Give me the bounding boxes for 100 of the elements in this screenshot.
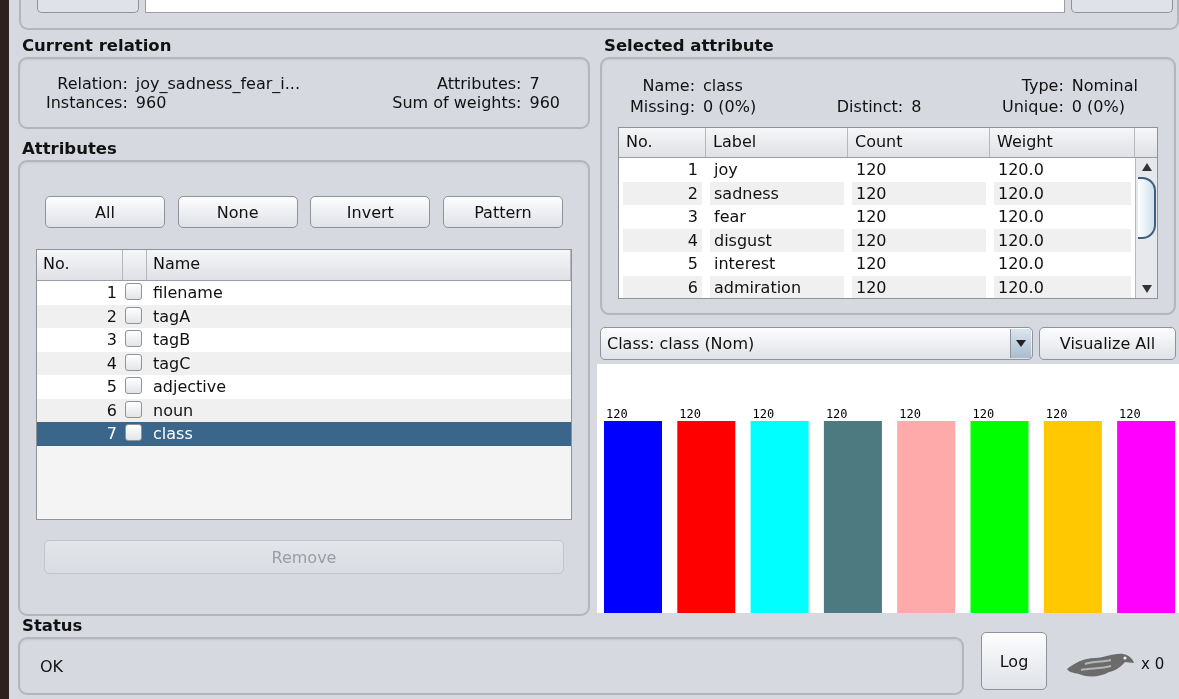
table-cell-text: 1 — [686, 159, 699, 181]
table-cell-text: noun — [152, 399, 195, 422]
field-value: Nominal — [1071, 75, 1138, 96]
value-label: 120 — [825, 407, 848, 421]
table-cell-text: 1 — [105, 282, 118, 304]
table-cell-text: joy — [712, 159, 739, 181]
scroll-thumb[interactable] — [1137, 177, 1156, 239]
task-count: x 0 — [1141, 655, 1165, 673]
table-cell: 120 — [852, 181, 986, 205]
field-value: 960 — [135, 93, 168, 112]
visualize-all-button[interactable]: Visualize All — [1039, 327, 1176, 360]
table-cell-text: tagA — [152, 305, 192, 328]
table-cell-text: 120.0 — [997, 206, 1045, 228]
status-message: OK — [40, 656, 64, 676]
field-label: Missing: — [630, 96, 696, 117]
table-cell: disgust — [710, 228, 844, 252]
table-cell-text: tagC — [152, 352, 192, 375]
checkbox[interactable] — [125, 400, 142, 418]
scroll-down-icon[interactable] — [1140, 284, 1153, 294]
caret-icon — [1016, 340, 1026, 347]
field-value: class — [703, 75, 744, 96]
field-label: Type: — [1020, 75, 1064, 96]
text-field[interactable] — [145, 0, 1065, 13]
table-cell-text: interest — [713, 253, 777, 275]
table-cell-text: 7 — [105, 423, 118, 445]
select-button[interactable]: All — [45, 196, 165, 228]
table-cell: admiration — [710, 275, 844, 298]
column-header[interactable]: Name — [147, 250, 571, 280]
table-cell-text: filename — [152, 282, 224, 304]
select-button[interactable]: Pattern — [442, 196, 563, 228]
table-cell-text: 120 — [855, 159, 888, 181]
section-title: Status — [21, 616, 84, 637]
table-cell-text: 120.0 — [997, 253, 1045, 275]
table-cell-text: 120 — [855, 253, 888, 275]
table-cell: 2 — [623, 181, 702, 205]
table-row[interactable]: 2 tagA — [37, 304, 571, 328]
table-cell: sadness — [710, 181, 844, 205]
table-cell-text: tagB — [152, 329, 192, 351]
checkbox[interactable] — [125, 330, 142, 347]
field-value: 0 (0%) — [1071, 96, 1126, 117]
field-value: joy_sadness_fear_i... — [135, 74, 301, 93]
field-label: Name: — [641, 75, 696, 96]
table-cell-text: 3 — [105, 329, 118, 351]
value-label: 120 — [1045, 407, 1068, 421]
field-label: Sum of weights: — [392, 93, 522, 112]
checkbox[interactable] — [125, 353, 142, 371]
table-row[interactable]: 7 class — [37, 422, 571, 446]
table-cell-text: 4 — [105, 352, 118, 375]
button-edge[interactable] — [37, 0, 139, 13]
button-edge[interactable] — [1071, 0, 1173, 13]
table-cell: 120 — [852, 275, 986, 298]
table-cell-text: 5 — [686, 253, 699, 275]
scrollbar[interactable] — [1135, 158, 1157, 298]
field-value: 7 — [529, 74, 541, 93]
select-button[interactable]: None — [177, 196, 298, 228]
column-header[interactable]: No. — [619, 128, 706, 157]
section-title: Current relation — [21, 36, 173, 57]
table-cell-text: 3 — [686, 206, 699, 228]
table-cell: 120.0 — [994, 181, 1131, 205]
value-label: 120 — [679, 407, 701, 421]
table-cell-text: adjective — [152, 376, 228, 398]
table-row[interactable]: 6 noun — [37, 398, 571, 422]
checkbox[interactable] — [125, 377, 142, 394]
value-label: 120 — [606, 407, 628, 421]
select-button[interactable]: Invert — [310, 196, 431, 228]
class-dropdown[interactable]: Class: class (Nom) — [600, 327, 1033, 360]
value-label: 120 — [972, 407, 995, 421]
column-header[interactable]: Label — [706, 128, 848, 157]
table-cell-text: fear — [713, 206, 747, 228]
field-label: Distinct: — [836, 96, 904, 117]
field-label: Unique: — [1002, 96, 1064, 117]
table-cell-text: 2 — [105, 305, 118, 328]
header-corner — [1135, 128, 1157, 158]
attribute-table[interactable]: No. Name 1 filename 2 tagA 3 tagB 4 tagC 5 adjective 6 noun 7 class — [36, 249, 572, 520]
table-cell-text: 6 — [105, 399, 118, 422]
table-row[interactable]: 1 filename — [37, 281, 571, 305]
label-table[interactable]: No. Label Count Weight 1 joy 120 120.0 2 sadness 120 120.0 3 fear 120 120.0 4 disgust 120 120.0 5 interest 120 120.0 6 admiration 120 120.0 — [618, 127, 1158, 299]
table-row[interactable]: 3 tagB — [37, 328, 571, 352]
table-cell: 120.0 — [994, 275, 1131, 298]
table-cell: 120 — [852, 228, 986, 252]
scroll-up-icon[interactable] — [1140, 162, 1153, 172]
value-label: 120 — [752, 407, 775, 421]
checkbox[interactable] — [125, 283, 142, 300]
section-title: Selected attribute — [603, 36, 775, 57]
field-label: Attributes: — [436, 74, 522, 93]
field-value: 8 — [911, 96, 922, 117]
table-cell-text: class — [152, 423, 194, 445]
field-label: Instances: — [46, 93, 128, 112]
table-row[interactable]: 4 tagC — [37, 351, 571, 375]
log-button[interactable]: Log — [981, 632, 1047, 690]
table-row[interactable]: 5 adjective — [37, 375, 571, 399]
table-cell: 120.0 — [994, 228, 1131, 252]
table-cell-text: 120 — [855, 206, 888, 228]
section-title: Attributes — [21, 139, 118, 160]
column-header[interactable]: Count — [848, 128, 990, 157]
column-header[interactable]: No. — [37, 250, 123, 280]
value-label: 120 — [1119, 407, 1141, 421]
checkbox[interactable] — [125, 424, 142, 441]
checkbox[interactable] — [125, 306, 142, 324]
table-cell: 6 — [623, 275, 702, 298]
